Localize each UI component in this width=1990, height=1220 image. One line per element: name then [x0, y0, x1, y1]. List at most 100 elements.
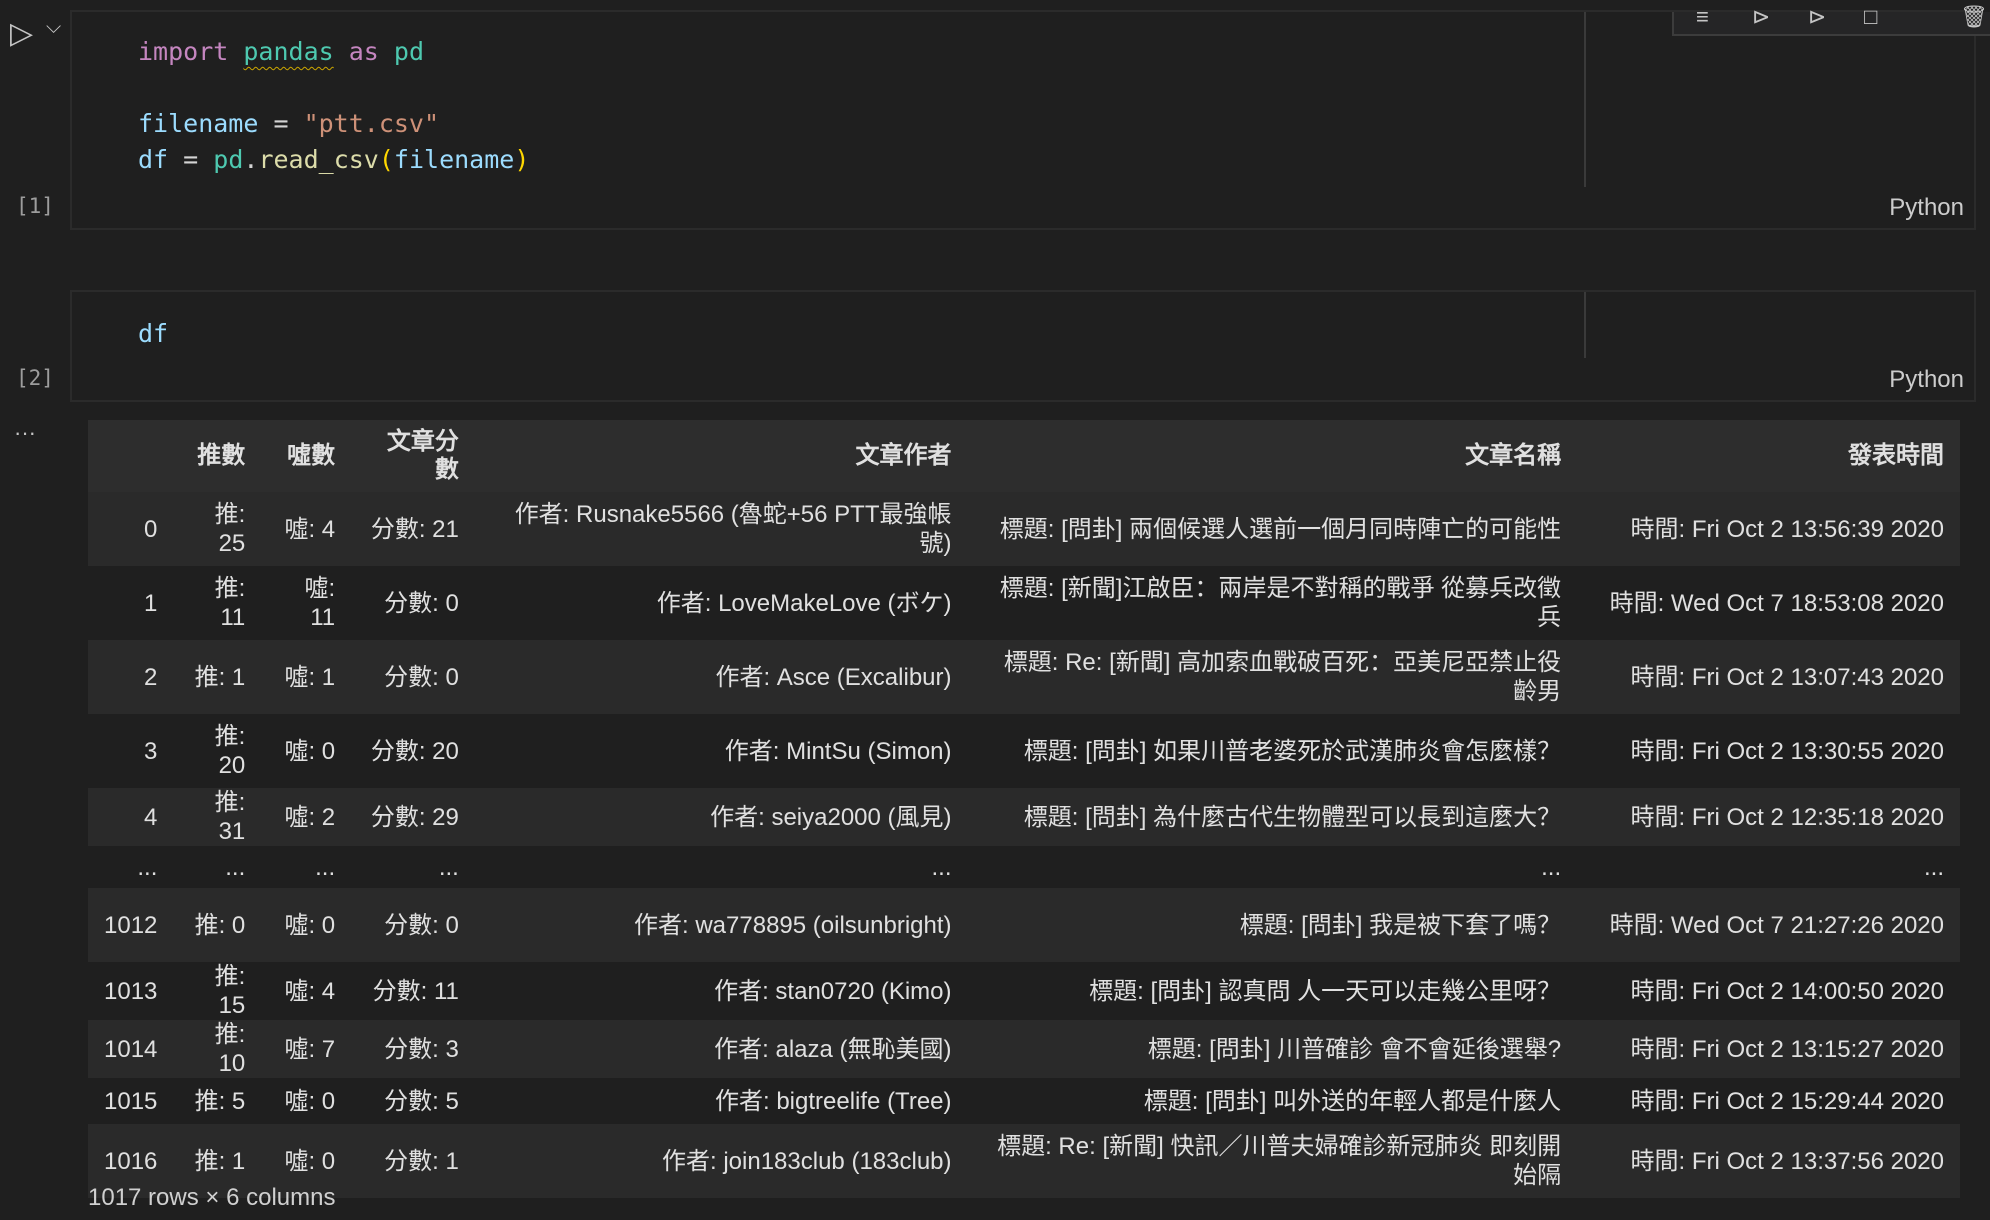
table-row: 1015 推: 5 噓: 0 分數: 5 作者: bigtreelife (Tree) 標… — [88, 1078, 1960, 1124]
table-cell: 時間: Fri Oct 2 15:29:44 2020 — [1630, 1087, 1945, 1115]
row-index-cell: 1012 — [104, 911, 158, 939]
table-cell: 時間: Fri Oct 2 13:07:43 2020 — [1630, 663, 1945, 691]
table-cell: 噓: 7 — [284, 1035, 336, 1063]
table-cell: 推: 1 — [194, 663, 246, 691]
table-cell: 作者: join183club (183club) — [662, 1147, 952, 1175]
token: as — [348, 37, 379, 66]
table-cell: 推: 20 — [214, 723, 246, 779]
table-cell: 作者: wa778895 (oilsunbright) — [634, 911, 952, 939]
token: import — [138, 37, 229, 66]
table-row: 1014 推: 10 噓: 7 分數: 3 作者: alaza (無恥美國) 標題: [問… — [88, 1020, 1960, 1078]
table-cell: ... — [438, 853, 459, 881]
editor-divider — [1584, 292, 1586, 358]
execution-count-1: [1] — [16, 194, 54, 218]
table-cell: 時間: Fri Oct 2 13:30:55 2020 — [1630, 737, 1945, 765]
column-header: 文章分數 — [386, 428, 459, 483]
column-header: 文章名稱 — [1465, 442, 1562, 469]
collapse-icon[interactable]: □ — [1864, 4, 1877, 30]
language-label[interactable]: Python — [1889, 366, 1964, 394]
table-cell: ... — [1923, 853, 1944, 881]
execute-below-icon[interactable]: ⊳ — [1808, 4, 1826, 30]
run-cell-icon[interactable]: ▷ — [10, 16, 33, 51]
table-cell: 推: 5 — [194, 1087, 246, 1115]
table-cell: 噓: 1 — [284, 663, 336, 691]
table-cell: ... — [1541, 853, 1562, 881]
table-cell: 時間: Fri Oct 2 13:56:39 2020 — [1630, 515, 1945, 543]
table-cell: 噓: 0 — [284, 1087, 336, 1115]
table-cell: 推: 0 — [194, 911, 246, 939]
execution-count-2: [2] — [16, 366, 54, 390]
table-cell: 分數: 0 — [384, 663, 459, 691]
table-cell: 標題: Re: [新聞] 高加索血戰破百死：亞美尼亞禁止役齡男 — [1003, 649, 1562, 705]
dataframe-table: 推數 噓數 文章分數 文章作者 文章名稱 發表時間 0 推: 25 噓: 4 分數: … — [88, 420, 1960, 1198]
table-cell: 標題: [新聞]江啟臣：兩岸是不對稱的戰爭 從募兵改徵兵 — [999, 575, 1562, 631]
column-header: 推數 — [197, 442, 246, 469]
split-cell-icon[interactable]: ≡ — [1696, 4, 1709, 30]
row-index-cell: 2 — [144, 663, 158, 691]
token: pd — [393, 37, 425, 66]
table-cell: 噓: 0 — [284, 911, 336, 939]
token: . — [243, 145, 259, 174]
token: "ptt.csv" — [303, 109, 440, 138]
table-row: 3 推: 20 噓: 0 分數: 20 作者: MintSu (Simon) 標題: [問… — [88, 714, 1960, 788]
table-cell: 噓: 0 — [284, 737, 336, 765]
code-cell-2[interactable]: df Python — [70, 290, 1976, 402]
token: ( — [378, 145, 394, 174]
table-row: 1016 推: 1 噓: 0 分數: 1 作者: join183club (183clu… — [88, 1124, 1960, 1198]
row-index-cell: 1 — [144, 589, 158, 617]
column-header: 噓數 — [287, 442, 336, 469]
table-cell: 分數: 20 — [370, 737, 459, 765]
table-body: 0 推: 25 噓: 4 分數: 21 作者: Rusnake5566 (魯蛇+56 P… — [88, 492, 1960, 1198]
table-cell: 標題: [問卦] 認真問 人一天可以走幾公里呀？ — [1089, 977, 1562, 1005]
token: df — [138, 319, 169, 348]
table-cell: 作者: MintSu (Simon) — [724, 737, 952, 765]
table-cell: 標題: [問卦] 川普確診 會不會延後選舉? — [1147, 1035, 1562, 1063]
table-row: 1012 推: 0 噓: 0 分數: 0 作者: wa778895 (oilsunbri… — [88, 888, 1960, 962]
table-cell: ... — [931, 853, 952, 881]
delete-icon[interactable]: 🗑 — [1960, 4, 1988, 30]
table-cell: 分數: 0 — [384, 911, 459, 939]
column-header — [88, 420, 173, 492]
column-header: 發表時間 — [1848, 442, 1944, 469]
output-more-icon[interactable]: ··· — [14, 420, 36, 446]
table-cell: 推: 10 — [214, 1021, 246, 1077]
table-cell: 分數: 11 — [372, 977, 459, 1005]
code-cell-1[interactable]: import pandas as pd filename = "ptt.csv"… — [70, 4, 1990, 230]
table-cell: 噓: 2 — [284, 803, 336, 831]
row-index-cell: 0 — [144, 515, 158, 543]
code-editor[interactable]: import pandas as pd filename = "ptt.csv"… — [138, 34, 529, 178]
table-cell: 分數: 5 — [384, 1087, 459, 1115]
table-cell: 時間: Wed Oct 7 21:27:26 2020 — [1609, 911, 1944, 939]
code-editor[interactable]: df — [138, 316, 168, 352]
cell-toolbar: ≡ ⊳ ⊳ □ 🗑 — [1672, 4, 1990, 36]
table-cell: 噓: 4 — [284, 977, 336, 1005]
table-cell: 推: 15 — [214, 963, 246, 1019]
table-cell: 噓: 11 — [304, 575, 336, 631]
table-cell: 分數: 0 — [384, 589, 459, 617]
token: filename — [393, 145, 515, 174]
row-index-cell: 3 — [144, 737, 158, 765]
table-cell: 標題: [問卦] 兩個候選人選前一個月同時陣亡的可能性 — [999, 515, 1562, 543]
table-cell: 作者: Asce (Excalibur) — [715, 663, 952, 691]
token: df — [138, 145, 169, 174]
table-row: 4 推: 31 噓: 2 分數: 29 作者: seiya2000 (風見) 標題: [問… — [88, 788, 1960, 846]
chevron-down-icon[interactable]: ⌵ — [46, 16, 61, 39]
column-header: 文章作者 — [855, 442, 952, 469]
row-index-cell: 1013 — [104, 977, 158, 1005]
token: filename — [138, 109, 259, 138]
table-cell: 分數: 3 — [384, 1035, 459, 1063]
table-cell: 分數: 29 — [370, 803, 459, 831]
language-label[interactable]: Python — [1889, 194, 1964, 222]
table-cell: 分數: 1 — [384, 1147, 459, 1175]
execute-above-icon[interactable]: ⊳ — [1752, 4, 1770, 30]
table-row: 0 推: 25 噓: 4 分數: 21 作者: Rusnake5566 (魯蛇+56 P… — [88, 492, 1960, 566]
table-cell: 分數: 21 — [370, 515, 459, 543]
row-index-cell: ... — [137, 853, 158, 881]
token: ) — [514, 145, 530, 174]
table-row: 2 推: 1 噓: 1 分數: 0 作者: Asce (Excalibur) 標題: Re… — [88, 640, 1960, 714]
table-cell: 作者: Rusnake5566 (魯蛇+56 PTT最強帳號) — [514, 501, 952, 557]
row-index-cell: 4 — [144, 803, 158, 831]
table-cell: 時間: Fri Oct 2 12:35:18 2020 — [1630, 803, 1945, 831]
token: pandas — [243, 37, 334, 66]
token: read_csv — [258, 145, 379, 174]
